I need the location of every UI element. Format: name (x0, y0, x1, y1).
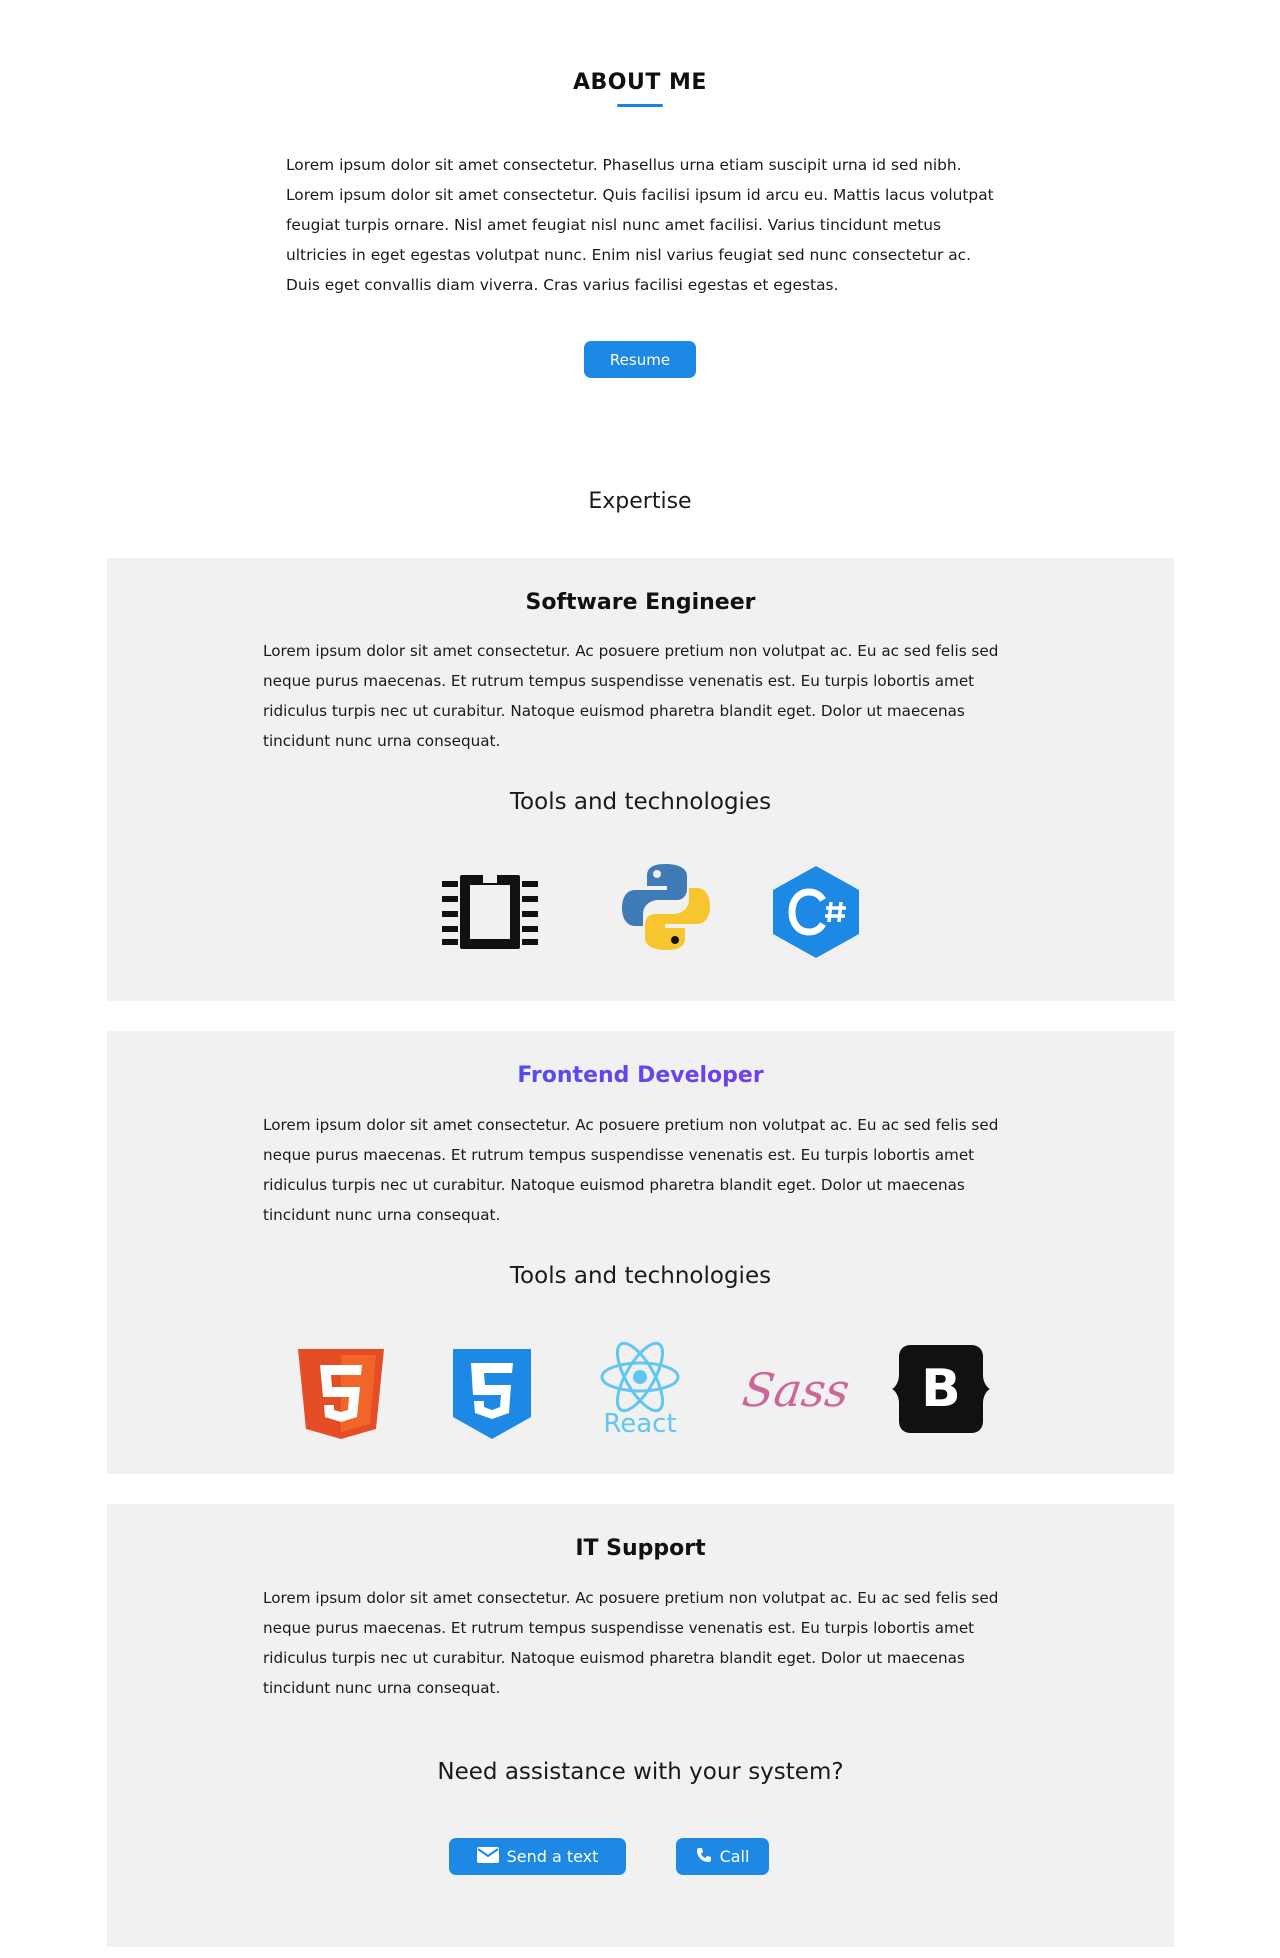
frontend-developer-card: Frontend Developer Lorem ipsum dolor sit… (107, 1031, 1174, 1474)
it-support-card: IT Support Lorem ipsum dolor sit amet co… (107, 1504, 1174, 1947)
title-underline (617, 104, 663, 107)
phone-icon (696, 1847, 712, 1867)
tools-title: Tools and technologies (509, 789, 772, 815)
tools-title: Tools and technologies (509, 1263, 772, 1289)
card-text: Lorem ipsum dolor sit amet consectetur. … (263, 642, 999, 750)
card-title: IT Support (575, 1536, 706, 1561)
resume-button[interactable]: Resume (584, 341, 696, 378)
csharp-icon (771, 864, 861, 960)
call-button[interactable]: Call (676, 1838, 769, 1875)
bootstrap-icon: B (891, 1343, 991, 1435)
page: ABOUT ME Lorem ipsum dolor sit amet cons… (0, 0, 1280, 1958)
card-title: Software Engineer (525, 590, 756, 615)
react-icon: React (597, 1339, 683, 1443)
sass-icon: Sass (739, 1355, 853, 1435)
css3-icon (451, 1347, 533, 1441)
software-engineer-card: Software Engineer Lorem ipsum dolor sit … (107, 558, 1174, 1001)
python-icon (621, 862, 711, 952)
card-text: Lorem ipsum dolor sit amet consectetur. … (263, 1589, 999, 1697)
envelope-icon (476, 1846, 499, 1867)
bootstrap-label: B (921, 1359, 961, 1419)
react-label: React (603, 1409, 677, 1439)
about-paragraph: Lorem ipsum dolor sit amet consectetur. … (286, 156, 994, 294)
expertise-title: Expertise (588, 489, 692, 514)
send-text-label: Send a text (506, 1847, 599, 1866)
call-label: Call (719, 1847, 750, 1866)
assist-title: Need assistance with your system? (437, 1759, 844, 1785)
microchip-icon (440, 869, 540, 955)
send-text-button[interactable]: Send a text (449, 1838, 626, 1875)
card-text: Lorem ipsum dolor sit amet consectetur. … (263, 1116, 999, 1224)
card-title: Frontend Developer (107, 1063, 1174, 1088)
about-title: ABOUT ME (573, 70, 707, 95)
sass-label: Sass (739, 1363, 853, 1417)
html5-icon (296, 1347, 386, 1441)
